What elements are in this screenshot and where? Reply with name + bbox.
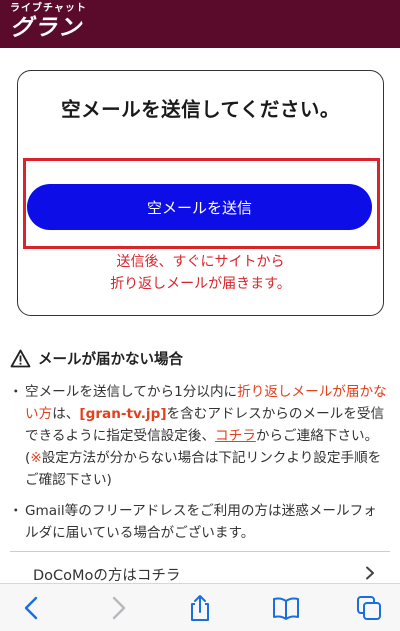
bullet1-text-a: 空メールを送信してから1分以内に <box>25 384 238 400</box>
forward-icon[interactable] <box>104 594 132 622</box>
share-icon[interactable] <box>186 594 214 622</box>
bullet-gmail-note: Gmail等のフリーアドレスをご利用の方は迷惑メールフォルダに届いている場合がご… <box>9 500 390 544</box>
card-note: 送信後、すぐにサイトから 折り返しメールが届きます。 <box>18 251 383 295</box>
warning-icon <box>10 349 31 368</box>
page: ライブチャット グラン 空メールを送信してください。 空メールを送信 送信後、す… <box>0 0 400 631</box>
empty-mail-card: 空メールを送信してください。 空メールを送信 送信後、すぐにサイトから 折り返し… <box>17 70 384 316</box>
site-logo[interactable]: ライブチャット グラン <box>10 3 87 41</box>
docomo-link-label: DoCoMoの方はコチラ <box>33 568 181 584</box>
site-header: ライブチャット グラン <box>0 0 400 48</box>
warning-heading: メールが届かない場合 <box>10 348 390 369</box>
bullet1-text-b: は、 <box>52 406 80 422</box>
tabs-icon[interactable] <box>355 594 383 622</box>
note-mark: ※ <box>30 450 42 466</box>
contact-link[interactable]: コチラ <box>215 428 256 444</box>
warning-heading-text: メールが届かない場合 <box>38 352 183 368</box>
bullet1-text-e: 設定方法が分からない場合は下記リンクより設定手順をご確認下さい) <box>25 450 382 488</box>
bullet-resend-instructions: 空メールを送信してから1分以内に折り返しメールが届かない方は、[gran-tv.… <box>9 381 390 491</box>
mail-not-received-section: メールが届かない場合 空メールを送信してから1分以内に折り返しメールが届かない方… <box>9 348 390 544</box>
note-line-2: 折り返しメールが届きます。 <box>110 276 291 292</box>
logo-title: グラン <box>10 14 82 41</box>
chevron-right-icon <box>366 566 374 580</box>
bullet1-domain: [gran-tv.jp] <box>79 406 167 422</box>
note-line-1: 送信後、すぐにサイトから <box>116 254 285 270</box>
bookmarks-icon[interactable] <box>272 594 300 622</box>
browser-toolbar <box>0 583 400 631</box>
card-title: 空メールを送信してください。 <box>61 98 340 121</box>
send-empty-mail-button[interactable]: 空メールを送信 <box>27 184 372 230</box>
back-icon[interactable] <box>18 594 46 622</box>
